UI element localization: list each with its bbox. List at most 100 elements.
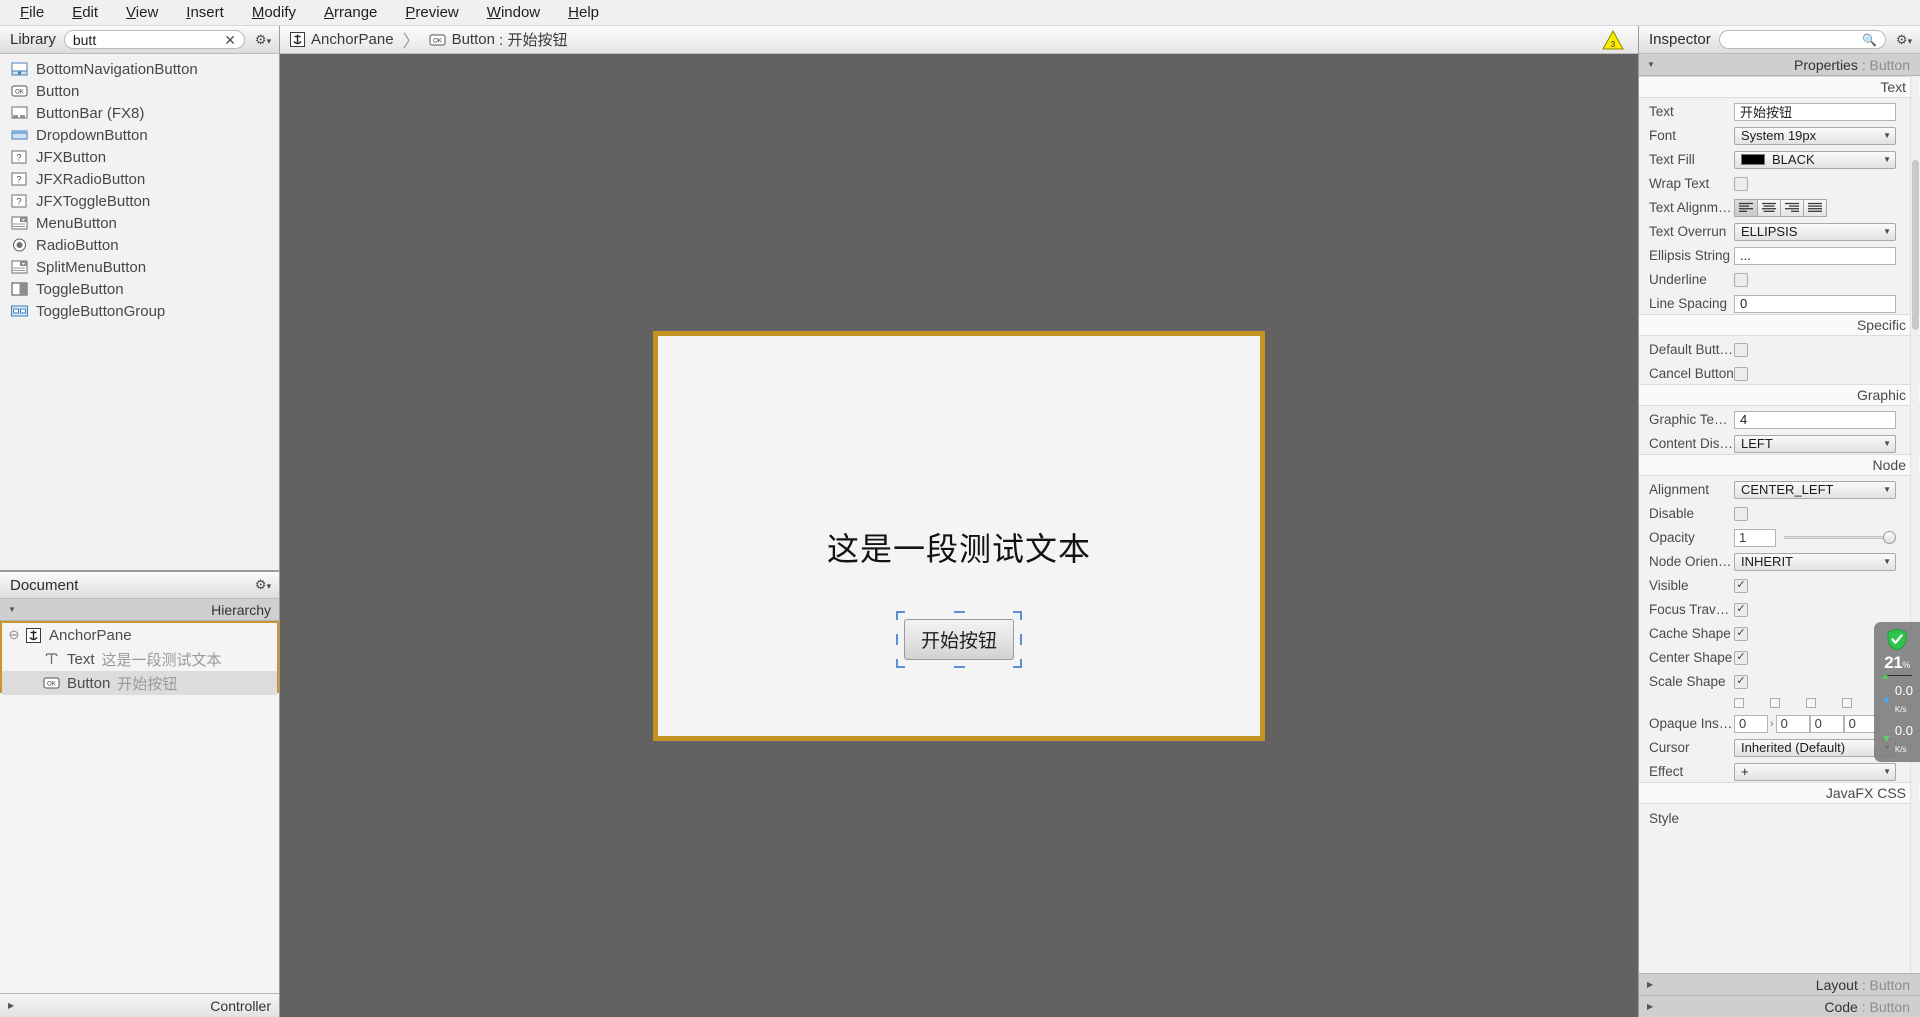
anchor-pane-root[interactable]: 这是一段测试文本 开始按钮 [653,330,1265,741]
section-layout-bar[interactable]: ▶ Layout : Button [1639,973,1920,995]
opacity-input[interactable]: 1 [1734,528,1776,547]
text-overrun-select[interactable]: ELLIPSIS ▼ [1734,222,1896,241]
chevron-right-icon[interactable]: ▶ [1647,1002,1653,1011]
breadcrumb-item-anchorpane[interactable]: AnchorPane [290,31,394,48]
menu-item-help[interactable]: Help [554,2,613,23]
opacity-slider[interactable] [1784,529,1896,547]
inset-check-3[interactable] [1842,698,1852,708]
menu-item-insert[interactable]: Insert [172,2,238,23]
menu-item-modify[interactable]: Modify [238,2,310,23]
resize-handle-right[interactable] [1020,634,1023,645]
effect-select[interactable]: + ▼ [1734,762,1896,781]
menu-item-arrange[interactable]: Arrange [310,2,391,23]
library-item-jfxtogglebutton[interactable]: ? JFXToggleButton [0,190,279,212]
section-code-bar[interactable]: ▶ Code : Button [1639,995,1920,1017]
library-item-togglebutton[interactable]: ToggleButton [0,278,279,300]
node-orientati-select[interactable]: INHERIT ▼ [1734,552,1896,571]
library-item-buttonbar[interactable]: ButtonBar (FX8) [0,102,279,124]
search-icon[interactable]: 🔍 [1862,33,1877,47]
resize-handle-left[interactable] [895,634,898,645]
line-spacing-input[interactable]: 0 [1734,294,1896,313]
gear-icon[interactable]: ⚙ [253,32,273,48]
controller-bar[interactable]: ▶ Controller [0,993,279,1017]
library-item-radiobutton[interactable]: RadioButton [0,234,279,256]
menu-item-edit[interactable]: Edit [58,2,112,23]
align-right-icon[interactable] [1780,198,1804,217]
resize-handle-bottom[interactable] [953,665,965,668]
inset-check-2[interactable] [1806,698,1816,708]
close-icon[interactable]: ✕ [224,33,236,47]
menu-item-window[interactable]: Window [473,2,554,23]
inspector-scrollbar[interactable] [1910,76,1919,973]
collapse-icon[interactable]: ⊖ [6,627,22,643]
design-canvas[interactable]: 这是一段测试文本 开始按钮 [280,54,1638,1017]
opaque-inset-3-input[interactable]: 0 [1843,714,1878,733]
property-label: Text Overrun [1649,224,1727,239]
focus-traversa-checkbox[interactable] [1734,602,1748,617]
gear-icon[interactable]: ⚙ [253,577,273,593]
inspector-scrollbar-thumb[interactable] [1912,160,1919,330]
resize-handle-bottom-left[interactable] [895,658,905,668]
library-search-value: butt [72,31,97,48]
inset-separator: › [1770,717,1774,730]
resize-handle-bottom-right[interactable] [1013,658,1023,668]
menu-item-view[interactable]: View [112,2,172,23]
opaque-inset-0-input[interactable]: 0 [1734,714,1768,733]
wrap-text-checkbox[interactable] [1734,176,1748,191]
section-label: Layout : Button [1815,976,1910,993]
inset-check-1[interactable] [1770,698,1780,708]
visible-checkbox[interactable] [1734,578,1748,593]
menu-item-preview[interactable]: Preview [391,2,472,23]
resize-handle-top-right[interactable] [1013,610,1023,620]
menu-item-file[interactable]: File [6,2,58,23]
opaque-inset-1-input[interactable]: 0 [1775,714,1810,733]
resize-handle-top[interactable] [953,610,965,613]
disable-checkbox[interactable] [1734,506,1748,521]
chevron-down-icon[interactable]: ▼ [1647,60,1655,69]
start-button[interactable]: 开始按钮 [903,618,1015,660]
cursor-select[interactable]: Inherited (Default)▼ [1734,738,1896,757]
alignment-select[interactable]: CENTER_LEFT ▼ [1734,480,1896,499]
text-input[interactable]: 开始按钮 [1734,102,1896,121]
properties-section-header[interactable]: ▼ Properties : Button [1639,54,1920,76]
underline-checkbox[interactable] [1734,272,1748,287]
chevron-right-icon[interactable]: ▶ [1647,980,1653,989]
library-item-button[interactable]: OK Button [0,80,279,102]
center-shape-checkbox[interactable] [1734,650,1748,665]
warning-triangle-icon[interactable]: 3 [1602,29,1624,54]
align-left-icon[interactable] [1734,198,1758,217]
graphic-text-gap-input[interactable]: 4 [1734,410,1896,429]
default-button-checkbox[interactable] [1734,342,1748,357]
scale-shape-checkbox[interactable] [1734,674,1748,689]
ellipsis-string-input[interactable]: ... [1734,246,1896,265]
library-item-menubutton[interactable]: MenuButton [0,212,279,234]
hierarchy-item-text[interactable]: Text 这是一段测试文本 [2,647,277,671]
library-item-jfxradiobutton[interactable]: ? JFXRadioButton [0,168,279,190]
library-search-input[interactable]: butt ✕ [63,30,245,49]
library-item-dropdownbutton[interactable]: DropdownButton [0,124,279,146]
library-item-jfxbutton[interactable]: ? JFXButton [0,146,279,168]
opaque-inset-2-input[interactable]: 0 [1809,714,1844,733]
library-item-splitmenubutton[interactable]: SplitMenuButton [0,256,279,278]
align-justify-icon[interactable] [1803,198,1827,217]
hierarchy-header[interactable]: ▼ Hierarchy [0,599,279,621]
inset-check-0[interactable] [1734,698,1744,708]
cache-shape-checkbox[interactable] [1734,626,1748,641]
breadcrumb-item-button[interactable]: OK Button : 开始按钮 [429,29,567,50]
chevron-right-icon[interactable]: ▶ [8,1001,14,1010]
gear-icon[interactable]: ⚙ [1894,32,1914,48]
hierarchy-item-anchorpane[interactable]: ⊖ AnchorPane [2,623,277,647]
library-item-togglebuttongroup[interactable]: ToggleButtonGroup [0,300,279,322]
text-fill-select[interactable]: BLACK ▼ [1734,150,1896,169]
font-select[interactable]: System 19px ▼ [1734,126,1896,145]
resize-handle-top-left[interactable] [895,610,905,620]
hierarchy-item-button[interactable]: OK Button 开始按钮 [2,671,277,695]
align-center-icon[interactable] [1757,198,1781,217]
text-node[interactable]: 这是一段测试文本 [658,524,1260,570]
library-item-bottomnavigationbutton[interactable]: BottomNavigationButton [0,58,279,80]
content-display-select[interactable]: LEFT ▼ [1734,434,1896,453]
cancel-button-checkbox[interactable] [1734,366,1748,381]
chevron-down-icon[interactable]: ▼ [8,605,16,614]
network-monitor-widget[interactable]: 21% ▲ 0.0 K/s ▼ 0.0 K/s [1874,622,1920,762]
inspector-search-input[interactable]: 🔍 [1718,30,1886,49]
